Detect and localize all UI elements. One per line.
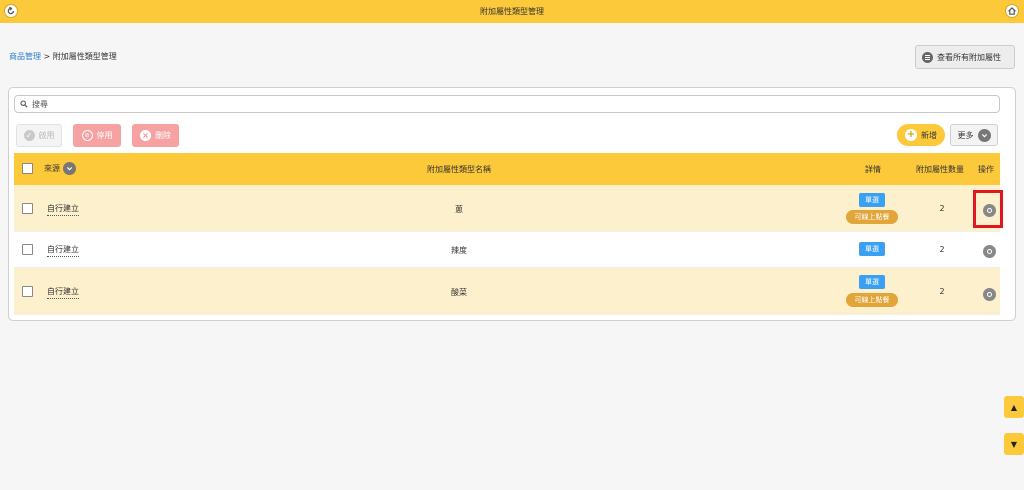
top-bar: 附加屬性類型管理 (0, 0, 1024, 23)
row-name: 辣度 (451, 246, 467, 255)
row-checkbox[interactable] (22, 203, 33, 214)
table-row: 自行建立 辣度 單選 2 (14, 232, 1000, 268)
online-order-badge: 可線上點餐 (846, 210, 898, 224)
plus-icon: + (905, 129, 917, 141)
row-name: 酸菜 (451, 288, 467, 297)
column-source[interactable]: 來源 (44, 162, 76, 175)
row-count: 2 (939, 287, 945, 296)
row-source-link[interactable]: 自行建立 (47, 203, 79, 216)
select-all-checkbox[interactable] (22, 163, 33, 174)
breadcrumb-separator: > (43, 52, 51, 61)
ban-icon: ⊘ (81, 130, 93, 141)
more-button[interactable]: 更多 (950, 124, 998, 146)
view-all-attributes-button[interactable]: 查看所有附加屬性 (915, 45, 1015, 69)
breadcrumb-link-products[interactable]: 商品管理 (9, 52, 41, 61)
list-icon (922, 51, 933, 63)
row-name: 蔥 (455, 205, 463, 214)
search-bar (14, 95, 1000, 113)
type-badge: 單選 (859, 275, 885, 289)
row-source-link[interactable]: 自行建立 (47, 244, 79, 257)
type-badge: 單選 (859, 193, 885, 207)
breadcrumb-current: 附加屬性類型管理 (52, 52, 117, 61)
enable-label: 啟用 (38, 131, 55, 140)
add-button[interactable]: + 新增 (897, 124, 945, 146)
column-operations: 操作 (978, 165, 994, 174)
delete-label: 刪除 (155, 131, 171, 140)
search-icon (20, 100, 28, 108)
column-name: 附加屬性類型名稱 (427, 165, 491, 174)
row-checkbox[interactable] (22, 286, 33, 297)
check-circle-icon: ✓ (23, 130, 35, 141)
breadcrumb: 商品管理 > 附加屬性類型管理 (9, 51, 117, 62)
more-label: 更多 (957, 130, 974, 140)
chevron-down-icon (977, 128, 991, 142)
table-row: 自行建立 蔥 單選 可線上點餐 2 (14, 185, 1000, 232)
page-title: 附加屬性類型管理 (480, 7, 544, 16)
row-settings-icon[interactable] (983, 288, 996, 301)
online-order-badge: 可線上點餐 (846, 293, 898, 307)
column-source-label: 來源 (44, 164, 60, 173)
row-count: 2 (939, 245, 945, 254)
chevron-down-icon[interactable] (63, 162, 76, 175)
annotation-highlight-box (973, 190, 1003, 228)
delete-button[interactable]: × 刪除 (132, 124, 179, 147)
close-icon: × (140, 130, 151, 141)
disable-button[interactable]: ⊘ 停用 (73, 124, 121, 147)
view-all-attributes-label: 查看所有附加屬性 (937, 52, 1001, 62)
scroll-down-button[interactable]: ▼ (1004, 433, 1024, 455)
search-input[interactable] (32, 99, 932, 109)
enable-button[interactable]: ✓ 啟用 (16, 124, 62, 147)
disable-label: 停用 (96, 131, 113, 140)
row-count: 2 (939, 204, 945, 213)
scroll-up-button[interactable]: ▲ (1004, 396, 1024, 418)
table-header: 來源 附加屬性類型名稱 詳情 附加屬性數量 操作 (14, 153, 1000, 185)
column-count: 附加屬性數量 (916, 165, 964, 174)
type-badge: 單選 (859, 242, 885, 256)
home-icon[interactable] (1005, 4, 1019, 18)
main-panel: ✓ 啟用 ⊘ 停用 × 刪除 + 新增 更多 來源 附加屬性類型名稱 詳情 附加… (8, 87, 1016, 321)
row-checkbox[interactable] (22, 244, 33, 255)
column-detail: 詳情 (865, 165, 881, 174)
row-source-link[interactable]: 自行建立 (47, 286, 79, 299)
add-label: 新增 (921, 130, 937, 140)
table-row: 自行建立 酸菜 單選 可線上點餐 2 (14, 268, 1000, 315)
row-settings-icon[interactable] (983, 245, 996, 258)
